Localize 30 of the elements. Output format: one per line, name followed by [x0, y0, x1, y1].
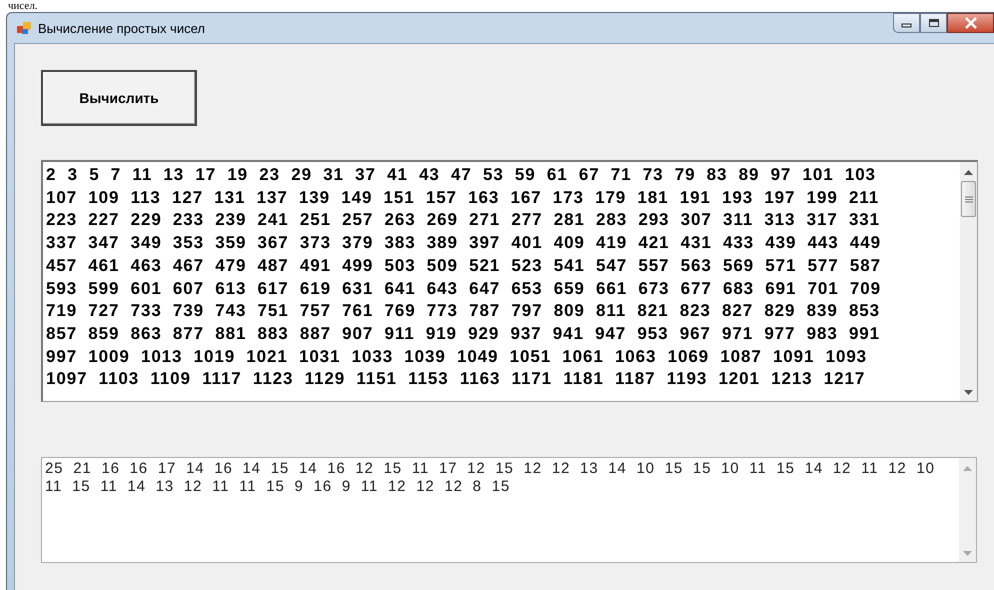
text-line: 1097 1103 1109 1117 1123 1129 1151 1153 1163 1171 1181 1187 1193 1201 1213 1217: [46, 368, 866, 390]
up-arrow-icon: [964, 170, 973, 175]
text-line: 997 1009 1013 1019 1021 1031 1033 1039 1049 1051 1061 1063 1069 1087 1091 1093: [46, 346, 868, 368]
text-line: 337 347 349 353 359 367 373 379 383 389 397 401 409 419 421 431 433 439 443 449: [46, 232, 882, 254]
counts-text-box[interactable]: 25 21 16 16 17 14 16 14 15 14 16 12 15 11 17 12 15 12 12 13 14 10 15 15 10 11 15 14 12 11 12 10 11 15 11 14 13 12 11 11 15 9 16 9 11 12 12 12 8 15: [41, 457, 977, 563]
app-icon: [16, 20, 32, 36]
down-arrow-icon: [963, 551, 972, 556]
maximize-icon: [928, 18, 940, 28]
compute-button[interactable]: Вычислить: [41, 70, 197, 126]
down-arrow-icon: [964, 390, 973, 395]
text-line: 2 3 5 7 11 13 17 19 23 29 31 37 41 43 47 53 59 61 67 71 73 79 83 89 97 101 103: [46, 164, 877, 186]
scrollbar[interactable]: [960, 162, 977, 401]
text-line: 457 461 463 467 479 487 491 499 503 509 521 523 541 547 557 563 569 571 577 587: [46, 254, 882, 277]
minimize-button[interactable]: [893, 13, 920, 33]
maximize-button[interactable]: [920, 13, 947, 33]
document-text: чисел.: [7, 0, 39, 12]
text-line: 857 859 863 877 881 883 887 907 911 919 929 937 941 947 953 967 971 977 983 991: [46, 322, 882, 345]
up-arrow-icon: [963, 466, 972, 471]
text-line: 593 599 601 607 613 617 619 631 641 643 647 653 659 661 673 677 683 691 701 709: [46, 278, 882, 300]
text-line: 25 21 16 16 17 14 16 14 15 14 16 12 15 11 17 12 15 12 12 13 14 10 15 15 10 11 15 14 12 11 12 10: [45, 460, 936, 478]
window-title: Вычисление простых чисел: [38, 20, 205, 36]
text-line: 11 15 11 14 13 12 11 11 15 9 16 9 11 12 12 12 8 15: [45, 478, 512, 496]
grip-icon: [964, 196, 972, 202]
close-icon: [964, 17, 978, 29]
text-line: 107 109 113 127 131 137 139 149 151 157 163 167 173 179 181 191 193 197 199 211: [46, 186, 880, 209]
text-line: 719 727 733 739 743 751 757 761 769 773 787 797 809 811 821 823 827 829 839 853: [46, 300, 882, 322]
scroll-thumb[interactable]: [961, 181, 976, 217]
text-line: 223 227 229 233 239 241 251 257 263 269 271 277 281 283 293 307 311 313 317 331: [46, 209, 882, 232]
close-button[interactable]: [947, 13, 994, 33]
primes-text-box[interactable]: [41, 160, 978, 402]
